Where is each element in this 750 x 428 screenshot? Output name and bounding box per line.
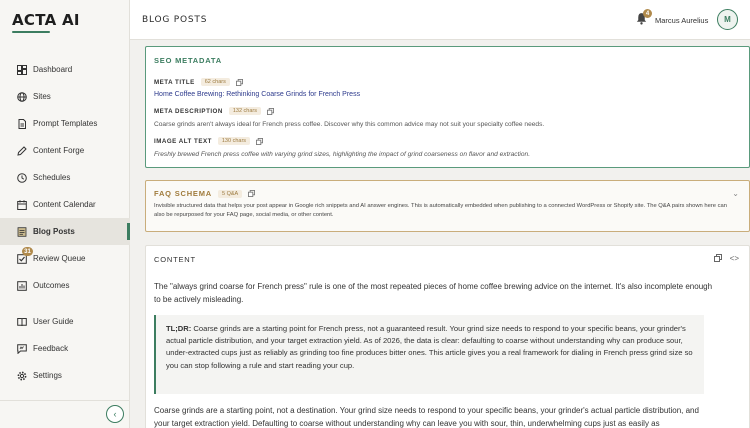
- sidebar-nav: Dashboard Sites Prompt Templates Content…: [0, 56, 130, 389]
- sidebar-item-prompt-templates[interactable]: Prompt Templates: [0, 110, 130, 137]
- user-name[interactable]: Marcus Aurelius: [655, 16, 708, 25]
- content-toolbar: <>: [713, 254, 739, 264]
- calendar-icon: [16, 199, 27, 210]
- sidebar-divider: [0, 400, 130, 401]
- faq-count-badge: 5 Q&A: [218, 189, 243, 198]
- code-view-icon[interactable]: <>: [730, 254, 739, 264]
- copy-icon[interactable]: [248, 190, 256, 197]
- logo-underline: [12, 31, 50, 33]
- sidebar-item-label: Review Queue: [33, 254, 86, 263]
- book-icon: [16, 316, 27, 327]
- copy-icon[interactable]: [256, 137, 264, 145]
- content-section-title: CONTENT: [154, 255, 196, 264]
- image-alt-text-char-count: 130 chars: [217, 137, 251, 145]
- meta-title-value[interactable]: Home Coffee Brewing: Rethinking Coarse G…: [154, 91, 360, 98]
- app-logo[interactable]: ACTA AI: [12, 11, 80, 29]
- review-queue-badge: 31: [22, 247, 33, 256]
- tldr-label: TL;DR:: [166, 324, 192, 333]
- copy-icon[interactable]: [267, 107, 274, 115]
- image-alt-text-value[interactable]: Freshly brewed French press coffee with …: [154, 151, 530, 158]
- tldr-text: Coarse grinds are a starting point for F…: [166, 324, 693, 370]
- sidebar-item-schedules[interactable]: Schedules: [0, 164, 130, 191]
- copy-icon[interactable]: [235, 78, 243, 86]
- chevron-down-icon[interactable]: ⌄: [732, 189, 739, 198]
- sidebar-item-user-guide[interactable]: User Guide: [0, 308, 130, 335]
- avatar[interactable]: M: [717, 9, 738, 30]
- gear-icon: [16, 370, 27, 381]
- document-icon: [16, 118, 27, 129]
- sidebar-item-label: Settings: [33, 371, 62, 380]
- image-alt-text-label-text: IMAGE ALT TEXT: [154, 137, 212, 145]
- sidebar-item-content-calendar[interactable]: Content Calendar: [0, 191, 130, 218]
- message-icon: [16, 343, 27, 354]
- grid-icon: [16, 64, 27, 75]
- sidebar-item-feedback[interactable]: Feedback: [0, 335, 130, 362]
- meta-description-char-count: 132 chars: [228, 107, 261, 115]
- sidebar-item-label: Feedback: [33, 344, 69, 353]
- copy-icon[interactable]: [713, 254, 722, 264]
- file-text-icon: [16, 226, 27, 237]
- sidebar-item-label: Content Forge: [33, 146, 85, 155]
- meta-description-label: META DESCRIPTION 132 chars: [154, 107, 274, 115]
- sidebar-item-content-forge[interactable]: Content Forge: [0, 137, 130, 164]
- pencil-icon: [16, 145, 27, 156]
- meta-title-char-count: 62 chars: [200, 78, 230, 86]
- sidebar-item-sites[interactable]: Sites: [0, 83, 130, 110]
- globe-icon: [16, 91, 27, 102]
- sidebar-item-settings[interactable]: Settings: [0, 362, 130, 389]
- content-body-paragraph: Coarse grinds are a starting point, not …: [154, 406, 699, 428]
- sidebar-item-label: Prompt Templates: [33, 119, 98, 128]
- seo-section-title: SEO METADATA: [154, 56, 222, 65]
- sidebar-item-label: Blog Posts: [33, 227, 75, 236]
- chevron-left-icon: ‹: [113, 409, 117, 419]
- sidebar-item-label: Outcomes: [33, 281, 70, 290]
- sidebar-collapse-button[interactable]: ‹: [106, 405, 124, 423]
- sidebar-item-review-queue[interactable]: 31 Review Queue: [0, 245, 130, 272]
- image-alt-text-label: IMAGE ALT TEXT 130 chars: [154, 137, 264, 145]
- seo-metadata-card: SEO METADATA META TITLE 62 chars Home Co…: [145, 46, 750, 168]
- meta-title-label: META TITLE 62 chars: [154, 78, 243, 86]
- sidebar-item-label: User Guide: [33, 317, 74, 326]
- meta-title-label-text: META TITLE: [154, 78, 195, 86]
- sidebar-item-label: Sites: [33, 92, 51, 101]
- top-header: BLOG POSTS 4 Marcus Aurelius M: [130, 0, 750, 40]
- meta-description-label-text: META DESCRIPTION: [154, 107, 223, 115]
- faq-title-text: FAQ SCHEMA: [154, 189, 213, 198]
- sidebar-item-blog-posts[interactable]: Blog Posts: [0, 218, 130, 245]
- sidebar-item-label: Schedules: [33, 173, 71, 182]
- bar-chart-icon: [16, 280, 27, 291]
- clock-icon: [16, 172, 27, 183]
- content-intro-paragraph: The "always grind coarse for French pres…: [154, 282, 713, 304]
- faq-description: Invisible structured data that helps you…: [154, 203, 727, 218]
- faq-schema-card[interactable]: FAQ SCHEMA 5 Q&A ⌄ Invisible structured …: [145, 180, 750, 232]
- sidebar-item-label: Content Calendar: [33, 200, 96, 209]
- tldr-callout: TL;DR: Coarse grinds are a starting poin…: [154, 315, 704, 394]
- sidebar-item-label: Dashboard: [33, 65, 73, 74]
- faq-section-title: FAQ SCHEMA 5 Q&A: [154, 189, 256, 198]
- main-content: SEO METADATA META TITLE 62 chars Home Co…: [130, 41, 750, 428]
- sidebar: ACTA AI Dashboard Sites Prompt Templates…: [0, 0, 130, 428]
- sidebar-item-dashboard[interactable]: Dashboard: [0, 56, 130, 83]
- page-title: BLOG POSTS: [142, 15, 208, 25]
- sidebar-item-outcomes[interactable]: Outcomes: [0, 272, 130, 299]
- content-card: CONTENT <> The "always grind coarse for …: [145, 245, 750, 428]
- meta-description-value[interactable]: Coarse grinds aren't always ideal for Fr…: [154, 121, 544, 128]
- notification-badge: 4: [643, 9, 652, 18]
